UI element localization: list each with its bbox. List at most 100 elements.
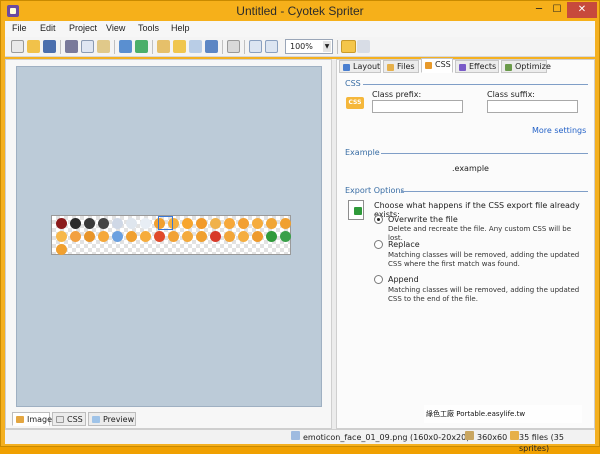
menu-edit[interactable]: Edit [40,23,56,33]
option-replace-label[interactable]: Replace [388,240,420,249]
sprite-thumbnail[interactable] [280,231,291,242]
tab-image[interactable]: Image [12,412,52,426]
sprite-thumbnail[interactable] [266,218,277,229]
sprite-thumbnail[interactable] [252,231,263,242]
tab-css-settings[interactable]: CSS [421,58,453,73]
toolbar-separator [244,40,245,54]
optimize-icon [505,64,512,71]
sprite-thumbnail[interactable] [56,218,67,229]
close-button[interactable]: ✕ [567,2,597,18]
tab-effects-label: Effects [469,62,497,71]
menu-help[interactable]: Help [171,23,190,33]
sprite-thumbnail[interactable] [140,231,151,242]
settings-panel: Layout Files CSS Effects Optimize CSS CS… [336,58,595,429]
export-icon[interactable] [135,40,148,53]
save-icon[interactable] [43,40,56,53]
sprite-thumbnail[interactable] [238,218,249,229]
files-icon [510,431,519,440]
class-prefix-input[interactable] [372,100,463,113]
sprite-thumbnail[interactable] [280,218,291,229]
chevron-down-icon[interactable]: ▼ [323,41,331,52]
sprite-thumbnail[interactable] [224,231,235,242]
delete-icon[interactable] [205,40,218,53]
zoom-select[interactable]: 100% ▼ [285,39,333,54]
menu-tools[interactable]: Tools [138,23,159,33]
sprite-thumbnail[interactable] [224,218,235,229]
sprite-thumbnail[interactable] [168,231,179,242]
tab-layout[interactable]: Layout [339,60,381,73]
sprite-thumbnail[interactable] [70,218,81,229]
sprite-thumbnail[interactable] [154,231,165,242]
maximize-button[interactable]: ☐ [548,2,566,18]
sprite-thumbnail[interactable] [70,231,81,242]
sprite-thumbnail[interactable] [56,231,67,242]
tab-css[interactable]: CSS [52,412,86,426]
selected-sprite-outline[interactable] [158,216,173,230]
tab-preview[interactable]: Preview [88,412,136,426]
panel-toggle-icon[interactable] [357,40,370,53]
tab-layout-label: Layout [353,62,381,71]
title-bar[interactable]: Untitled - Cyotek Spriter ─ ☐ ✕ [1,1,599,21]
radio-overwrite[interactable] [374,215,383,224]
class-suffix-input[interactable] [487,100,578,113]
sprite-thumbnail[interactable] [84,231,95,242]
view-fit-icon[interactable] [265,40,278,53]
cut-icon[interactable] [65,40,78,53]
add-image-icon[interactable] [157,40,170,53]
sprite-thumbnail[interactable] [210,218,221,229]
paste-icon[interactable] [97,40,110,53]
sprite-thumbnail[interactable] [140,218,151,229]
sprite-thumbnail[interactable] [182,231,193,242]
sprite-thumbnail[interactable] [182,218,193,229]
class-prefix-label: Class prefix: [372,90,422,99]
sprite-thumbnail[interactable] [210,231,221,242]
dimensions-icon [465,431,474,440]
css-icon [425,62,432,69]
add-folder-icon[interactable] [173,40,186,53]
sprite-thumbnail[interactable] [98,218,109,229]
sprite-thumbnail[interactable] [196,218,207,229]
sprite-thumbnail[interactable] [238,231,249,242]
toolbar-separator [60,40,61,54]
radio-append[interactable] [374,275,383,284]
export-file-icon [348,200,364,220]
sprite-thumbnail[interactable] [112,231,123,242]
sprite-thumbnail[interactable] [98,231,109,242]
menu-file[interactable]: File [12,23,27,33]
example-text: .example [452,164,489,173]
sprite-thumbnail[interactable] [196,231,207,242]
section-divider [381,153,588,154]
menu-project[interactable]: Project [69,23,97,33]
panel-icon[interactable] [341,40,356,53]
tab-effects[interactable]: Effects [455,60,499,73]
radio-replace[interactable] [374,240,383,249]
sprite-thumbnail[interactable] [56,244,67,255]
copy-icon[interactable] [81,40,94,53]
more-settings-link[interactable]: More settings [532,126,586,135]
new-icon[interactable] [11,40,24,53]
tab-files[interactable]: Files [383,60,419,73]
settings-tab-strip: Layout Files CSS Effects Optimize [337,58,594,73]
tab-optimize[interactable]: Optimize [501,60,551,73]
sprite-thumbnail[interactable] [126,231,137,242]
settings-icon[interactable] [227,40,240,53]
option-overwrite-label[interactable]: Overwrite the file [388,215,458,224]
sprite-thumbnail[interactable] [252,218,263,229]
option-append-label[interactable]: Append [388,275,419,284]
sprite-thumbnail[interactable] [266,231,277,242]
status-file-count: 35 files (35 sprites) [519,433,564,453]
sprite-thumbnail[interactable] [112,218,123,229]
sprite-canvas[interactable] [16,66,322,407]
remove-icon[interactable] [189,40,202,53]
sprite-thumbnail[interactable] [126,218,137,229]
view-grid-icon[interactable] [249,40,262,53]
menu-view[interactable]: View [106,23,125,33]
sprite-sheet[interactable] [51,215,291,255]
import-icon[interactable] [119,40,132,53]
section-example-heading: Example [345,148,380,157]
open-icon[interactable] [27,40,40,53]
window-title: Untitled - Cyotek Spriter [236,4,364,18]
sprite-thumbnail[interactable] [84,218,95,229]
menu-bar: File Edit Project View Tools Help [5,21,595,37]
minimize-button[interactable]: ─ [530,2,548,18]
